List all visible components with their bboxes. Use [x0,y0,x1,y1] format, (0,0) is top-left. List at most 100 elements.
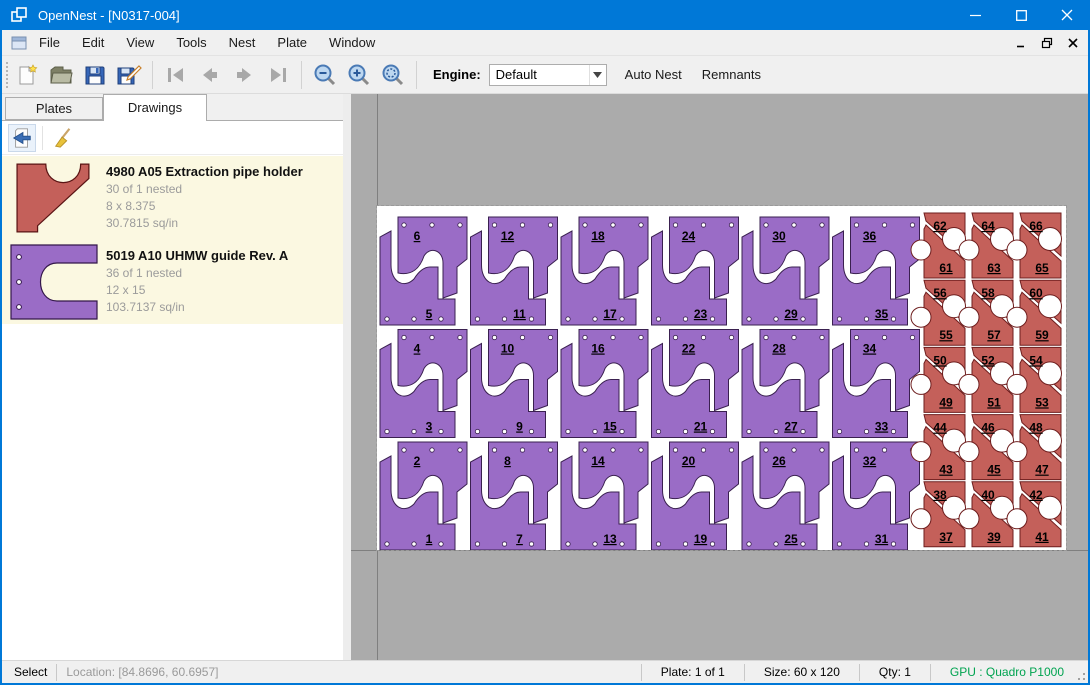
drawing-thumb-1 [2,243,106,321]
drill-hole [502,429,506,433]
drill-hole [673,448,677,452]
clear-button[interactable] [49,124,77,152]
drill-hole [520,448,524,452]
part-number: 54 [1029,353,1043,367]
status-mode: Select [14,665,47,679]
part-number: 43 [939,463,953,477]
drill-hole [502,317,506,321]
status-qty: Qty: 1 [869,665,921,679]
menu-edit[interactable]: Edit [71,30,115,56]
open-button[interactable] [46,60,76,90]
part-notch [911,442,931,462]
purple-pair-cell: 2827 [742,330,829,438]
red-pair-cell: 6665 [1007,213,1062,278]
drawings-toolbar [2,121,343,155]
drawing-size: 8 x 8.375 [106,198,343,215]
part-number: 39 [987,530,1001,544]
remnants-button[interactable]: Remnants [692,60,771,90]
drill-hole [854,335,858,339]
tab-drawings[interactable]: Drawings [103,94,207,121]
engine-select[interactable]: Default [489,64,607,86]
nav-prev-button[interactable] [195,60,225,90]
drill-hole [673,223,677,227]
drill-hole [593,542,597,546]
drill-hole [837,542,841,546]
menu-plate[interactable]: Plate [266,30,318,56]
nav-last-button[interactable] [263,60,293,90]
mdi-restore-button[interactable] [1036,33,1058,53]
mdi-close-button[interactable] [1062,33,1084,53]
part-number: 64 [981,219,995,233]
menu-tools[interactable]: Tools [165,30,217,56]
drill-hole [701,223,705,227]
toolbar-grip[interactable] [6,62,10,88]
close-button[interactable] [1044,0,1090,30]
mdi-minimize-button[interactable] [1010,33,1032,53]
new-file-button[interactable] [12,60,42,90]
drill-hole [475,429,479,433]
drill-hole [891,429,895,433]
nest-canvas[interactable]: 6512111817242330293635431091615222128273… [351,94,1088,660]
purple-pair-cell: 3029 [742,217,829,325]
list-item-drawing-1[interactable]: 5019 A10 UHMW guide Rev. A 36 of 1 neste… [2,240,343,324]
maximize-button[interactable] [998,0,1044,30]
drawing-size: 12 x 15 [106,282,343,299]
drawing-nested: 30 of 1 nested [106,181,343,198]
purple-pair-cell: 87 [471,442,558,550]
drill-hole [620,429,624,433]
part-number: 10 [501,342,515,356]
part-number: 61 [939,261,953,275]
auto-nest-button[interactable]: Auto Nest [615,60,692,90]
nav-next-button[interactable] [229,60,259,90]
drawings-panel: 4980 A05 Extraction pipe holder 30 of 1 … [2,120,343,660]
part-number: 12 [501,229,515,243]
drill-hole [792,448,796,452]
drill-hole [910,223,914,227]
mdi-child-icon[interactable] [10,34,28,52]
drill-hole [882,335,886,339]
panel-splitter[interactable] [343,94,351,660]
tab-plates[interactable]: Plates [5,97,103,120]
drill-hole [548,448,552,452]
drill-hole [656,317,660,321]
resize-grip[interactable] [1074,661,1088,683]
menu-view[interactable]: View [115,30,165,56]
part-number: 50 [933,353,947,367]
drill-hole [458,335,462,339]
menu-window[interactable]: Window [318,30,386,56]
plate[interactable]: 6512111817242330293635431091615222128273… [377,206,1066,550]
red-pair-cell: 5857 [959,280,1014,345]
drill-hole [412,429,416,433]
drill-hole [729,448,733,452]
drill-hole [774,317,778,321]
list-item-drawing-0[interactable]: 4980 A05 Extraction pipe holder 30 of 1 … [2,156,343,240]
drill-hole [891,542,895,546]
save-as-button[interactable] [114,60,144,90]
chevron-down-icon[interactable] [589,65,606,85]
part-number: 59 [1035,328,1049,342]
part-number: 45 [987,463,1001,477]
zoom-fit-button[interactable] [378,60,408,90]
purple-pair-cell: 10 9 [471,330,558,438]
part-notch [911,374,931,394]
zoom-out-button[interactable] [310,60,340,90]
menu-nest[interactable]: Nest [218,30,267,56]
part-number: 46 [981,421,995,435]
engine-label: Engine: [433,67,481,82]
drill-hole [639,448,643,452]
save-button[interactable] [80,60,110,90]
red-pair-cell: 5453 [1007,347,1062,412]
part-number: 9 [516,420,523,434]
zoom-fit-icon [381,63,405,87]
drawing-thumb-0 [2,162,106,234]
drill-hole [701,448,705,452]
nav-first-button[interactable] [161,60,191,90]
menu-file[interactable]: File [28,30,71,56]
zoom-in-button[interactable] [344,60,374,90]
send-to-nest-button[interactable] [8,124,36,152]
drill-hole [764,448,768,452]
drill-hole [710,317,714,321]
minimize-button[interactable] [952,0,998,30]
drill-hole [583,448,587,452]
drawing-list: 4980 A05 Extraction pipe holder 30 of 1 … [2,156,343,324]
